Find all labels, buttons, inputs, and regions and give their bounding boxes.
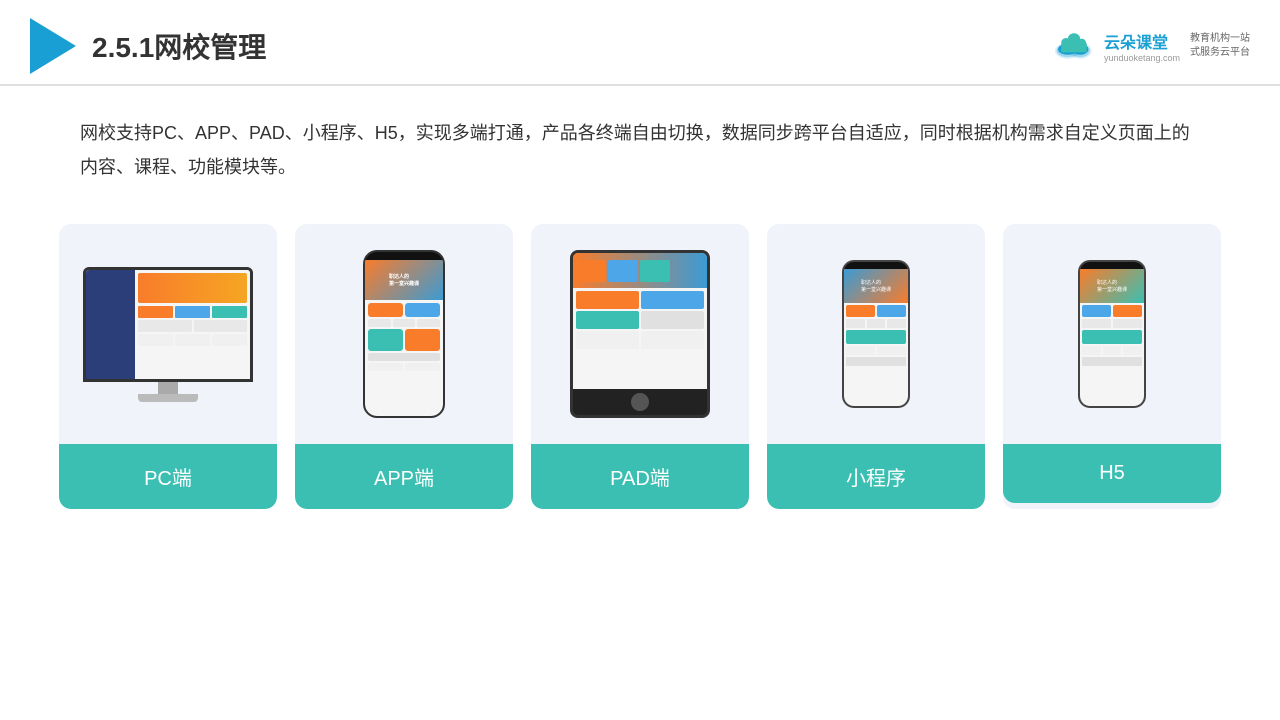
logo-triangle-icon [30,18,76,74]
brand-logo: 云朵课堂 yunduoketang.com 教育机构一站式服务云平台 [1050,29,1250,63]
card-h5: 职达人的第一堂兴趣课 [1003,224,1221,509]
monitor-body [83,267,253,382]
cards-container: PC端 职达人的第一堂兴趣课 [0,204,1280,529]
mini-banner: 职达人的第一堂兴趣课 [844,269,908,303]
card-miniapp-image: 职达人的第一堂兴趣课 [767,224,985,444]
header-left: 2.5.1网校管理 [30,18,266,74]
monitor-screen [86,270,250,379]
phone-notch [390,254,418,260]
card-pad-image [531,224,749,444]
brand-slogan: 教育机构一站式服务云平台 [1190,32,1250,60]
tablet-banner [573,253,707,288]
mini-content-h5 [1080,303,1144,370]
mini-phone-mockup-h5: 职达人的第一堂兴趣课 [1078,260,1146,408]
screen-sidebar [86,270,135,379]
screen-banner [138,273,247,303]
cloud-icon [1050,30,1098,62]
card-pc: PC端 [59,224,277,509]
mini-banner-h5: 职达人的第一堂兴趣课 [1080,269,1144,303]
card-h5-image: 职达人的第一堂兴趣课 [1003,224,1221,444]
header: 2.5.1网校管理 云朵课堂 yunduoketang.com [0,0,1280,86]
mini-content [844,303,908,370]
phone-content [365,300,443,376]
phone-screen: 职达人的第一堂兴趣课 [365,260,443,416]
mini-screen: 职达人的第一堂兴趣课 [844,269,908,406]
card-app-image: 职达人的第一堂兴趣课 [295,224,513,444]
card-miniapp: 职达人的第一堂兴趣课 [767,224,985,509]
phone-mockup-app: 职达人的第一堂兴趣课 [363,250,445,418]
monitor-base [138,394,198,402]
header-right: 云朵课堂 yunduoketang.com 教育机构一站式服务云平台 [1050,29,1250,63]
card-pad-label: PAD端 [531,444,749,509]
tablet-content [573,288,707,352]
card-miniapp-label: 小程序 [767,444,985,509]
tablet-home-button [631,393,649,411]
brand-url: yunduoketang.com [1104,53,1180,63]
card-app-label: APP端 [295,444,513,509]
pc-mockup [83,267,253,402]
mini-screen-h5: 职达人的第一堂兴趣课 [1080,269,1144,406]
monitor-neck [158,382,178,394]
card-pc-image [59,224,277,444]
card-app: 职达人的第一堂兴趣课 [295,224,513,509]
page-title: 2.5.1网校管理 [92,26,266,66]
description-text: 网校支持PC、APP、PAD、小程序、H5，实现多端打通，产品各终端自由切换，数… [0,86,1280,204]
screen-main [135,270,250,379]
tablet-screen [573,253,707,389]
phone-banner: 职达人的第一堂兴趣课 [365,260,443,300]
brand-text: 云朵课堂 yunduoketang.com [1104,29,1180,63]
card-pad: PAD端 [531,224,749,509]
card-pc-label: PC端 [59,444,277,509]
tablet-mockup [570,250,710,418]
card-h5-label: H5 [1003,444,1221,503]
mini-phone-mockup: 职达人的第一堂兴趣课 [842,260,910,408]
brand-name: 云朵课堂 [1104,29,1168,53]
